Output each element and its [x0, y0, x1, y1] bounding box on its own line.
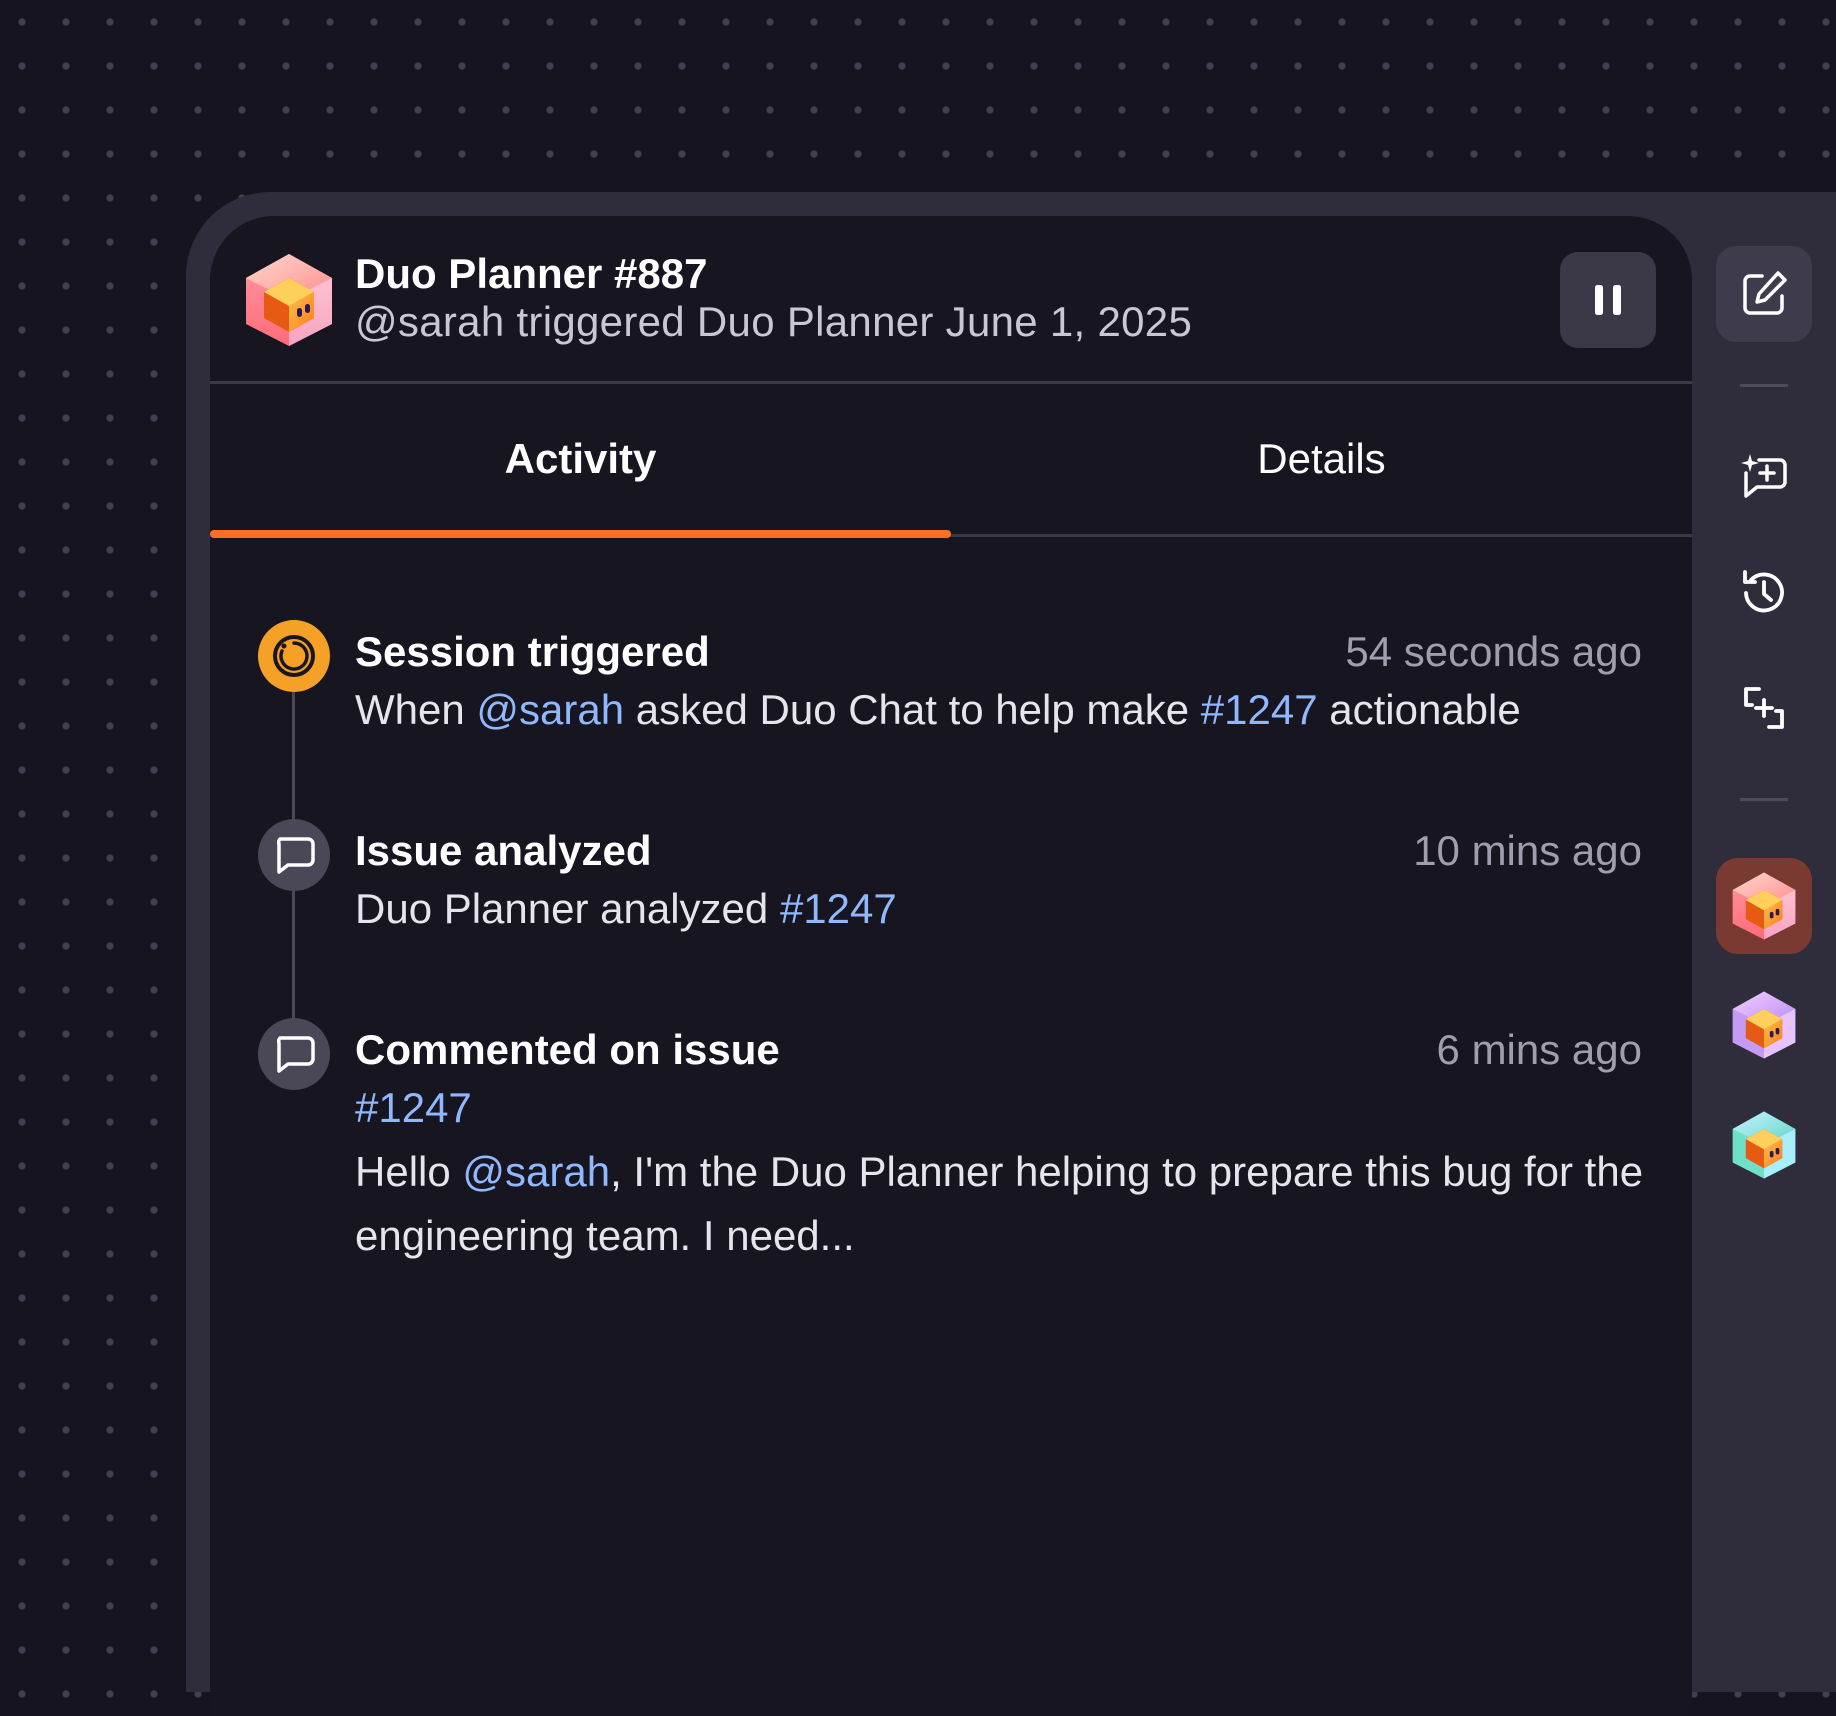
event-timestamp: 54 seconds ago: [1345, 628, 1642, 675]
comment-icon: [258, 819, 330, 891]
duo-planner-agent-button[interactable]: [1716, 858, 1812, 954]
event-reference: #1247: [355, 1076, 1655, 1140]
duo-agent-purple-button[interactable]: [1716, 977, 1812, 1073]
duo-planner-agent-icon: [1732, 872, 1796, 940]
sidebar-divider: [1740, 798, 1788, 801]
event-description: Hello @sarah, I'm the Duo Planner helpin…: [355, 1148, 1644, 1259]
session-spinner-icon: [258, 620, 330, 692]
comment-icon: [258, 1018, 330, 1090]
flow-button[interactable]: [1716, 660, 1812, 756]
issue-link[interactable]: #1247: [1201, 686, 1318, 733]
tab-bar: Activity Details: [210, 384, 1692, 538]
duo-agent-teal-button[interactable]: [1716, 1097, 1812, 1193]
issue-link[interactable]: #1247: [780, 885, 897, 932]
pause-button[interactable]: [1560, 252, 1656, 348]
session-subtitle: @sarah triggered Duo Planner June 1, 202…: [355, 298, 1193, 345]
ai-chat-icon: [1741, 454, 1787, 498]
sidebar-divider: [1740, 384, 1788, 387]
duo-planner-cube-icon: [244, 252, 334, 348]
history-icon: [1743, 570, 1784, 613]
event-title: Issue analyzed: [355, 827, 652, 874]
event-description: When @sarah asked Duo Chat to help make …: [355, 686, 1521, 733]
flow-icon: [1744, 687, 1784, 729]
active-tab-indicator: [210, 530, 951, 538]
session-title: Duo Planner #887: [355, 250, 708, 297]
user-mention-link[interactable]: @sarah: [462, 1148, 610, 1195]
event-timestamp: 6 mins ago: [1436, 1026, 1642, 1073]
issue-link[interactable]: #1247: [355, 1084, 472, 1131]
session-header: Duo Planner #887 @sarah triggered Duo Pl…: [210, 216, 1692, 384]
duo-agent-purple-icon: [1732, 991, 1796, 1059]
event-title: Session triggered: [355, 628, 710, 675]
event-title: Commented on issue: [355, 1026, 780, 1073]
pause-icon: [1595, 285, 1621, 315]
event-timestamp: 10 mins ago: [1413, 827, 1642, 874]
duo-agent-teal-icon: [1732, 1111, 1796, 1179]
history-button[interactable]: [1716, 545, 1812, 641]
user-mention-link[interactable]: @sarah: [476, 686, 624, 733]
edit-icon: [1743, 271, 1787, 315]
new-session-button[interactable]: [1716, 246, 1812, 342]
tab-details[interactable]: Details: [951, 384, 1692, 534]
ai-chat-button[interactable]: [1716, 430, 1812, 526]
event-description: Duo Planner analyzed #1247: [355, 885, 897, 932]
duo-session-panel: Duo Planner #887 @sarah triggered Duo Pl…: [210, 216, 1692, 1716]
tab-activity[interactable]: Activity: [210, 384, 951, 534]
